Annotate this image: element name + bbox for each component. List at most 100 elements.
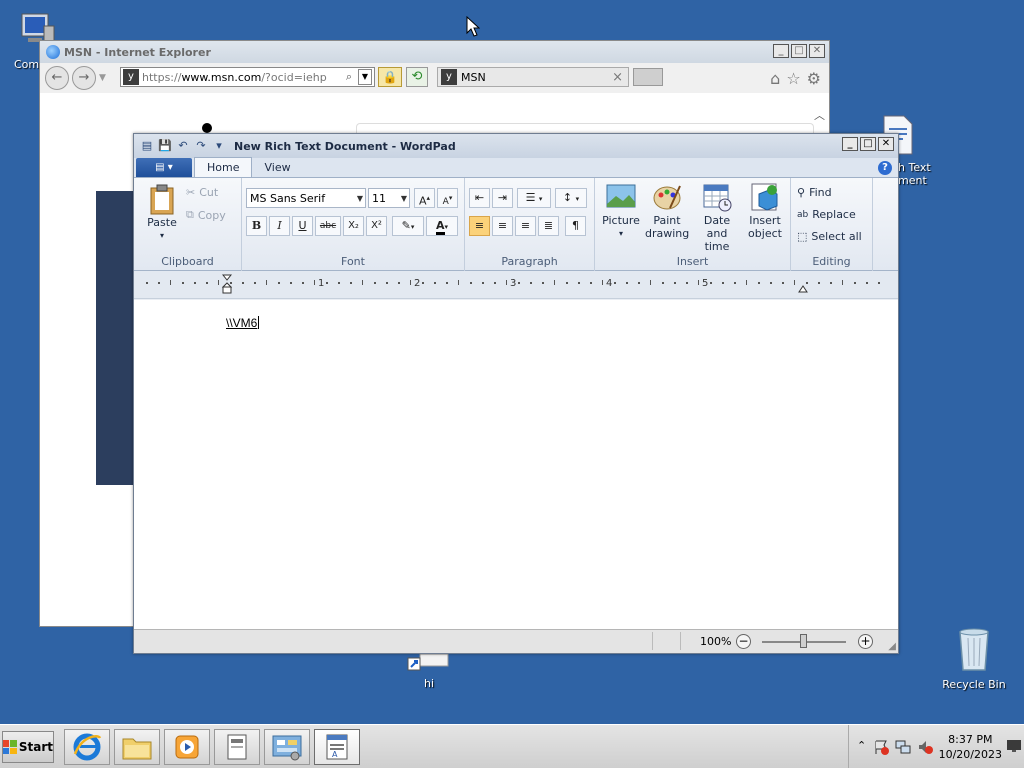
tab-view[interactable]: View: [252, 158, 302, 177]
find-button[interactable]: ⚲ Find: [797, 186, 832, 199]
refresh-icon[interactable]: ⟲: [406, 67, 428, 87]
wordpad-minimize-button[interactable]: _: [842, 137, 858, 151]
lock-icon[interactable]: 🔒: [378, 67, 402, 87]
increase-indent-button[interactable]: ⇥: [492, 188, 513, 208]
taskbar-media-player[interactable]: [164, 729, 210, 765]
taskbar-server-manager[interactable]: [214, 729, 260, 765]
ruler[interactable]: 1 2 3 4 5: [134, 271, 898, 299]
zoom-slider-thumb[interactable]: [800, 634, 807, 648]
wordpad-window[interactable]: ▤ 💾 ↶ ↷ ▾ New Rich Text Document - WordP…: [133, 133, 899, 654]
ie-maximize-button[interactable]: □: [791, 44, 807, 58]
copy-button[interactable]: ⧉ Copy: [186, 208, 226, 222]
resize-grip-icon[interactable]: ◢: [888, 641, 896, 652]
taskbar: Start A ⌃ 8:37 PM 10/20/2023: [0, 724, 1024, 768]
address-dropdown-icon[interactable]: ▼: [358, 69, 372, 85]
wordpad-close-button[interactable]: ✕: [878, 137, 894, 151]
tab-close-icon[interactable]: ×: [612, 70, 623, 85]
undo-icon[interactable]: ↶: [176, 139, 190, 153]
ruler-tick: [254, 282, 256, 284]
ruler-tick: [218, 280, 219, 285]
insert-object-button[interactable]: Insert object: [743, 182, 787, 240]
picture-button[interactable]: Picture ▾: [599, 182, 643, 240]
home-icon[interactable]: ⌂: [770, 69, 780, 88]
grow-font-button[interactable]: A▴: [414, 188, 435, 208]
line-spacing-button[interactable]: ↕ ▾: [555, 188, 587, 208]
wordpad-titlebar[interactable]: ▤ 💾 ↶ ↷ ▾ New Rich Text Document - WordP…: [134, 134, 898, 158]
taskbar-file-explorer[interactable]: [114, 729, 160, 765]
cut-button[interactable]: ✂ Cut: [186, 186, 218, 199]
history-dropdown-icon[interactable]: ▼: [99, 73, 106, 83]
clock[interactable]: 8:37 PM 10/20/2023: [939, 732, 1002, 762]
ie-titlebar[interactable]: MSN - Internet Explorer _ □ ✕: [40, 41, 829, 63]
select-all-button[interactable]: ⬚ Select all: [797, 230, 862, 243]
group-clipboard: Paste ▾ ✂ Cut ⧉ Copy Clipboard: [134, 178, 242, 271]
zoom-out-icon[interactable]: −: [736, 634, 751, 649]
align-center-button[interactable]: ≡: [492, 216, 513, 236]
search-icon[interactable]: ⌕: [346, 70, 352, 84]
wordpad-title: New Rich Text Document - WordPad: [234, 139, 456, 153]
decrease-indent-button[interactable]: ⇤: [469, 188, 490, 208]
tab-msn[interactable]: y MSN ×: [437, 67, 629, 87]
ie-minimize-button[interactable]: _: [773, 44, 789, 58]
left-indent-marker-icon[interactable]: [221, 274, 233, 297]
address-bar[interactable]: y https://www.msn.com/?ocid=iehp ⌕ ▼: [120, 67, 375, 87]
document-text[interactable]: \\VM6: [226, 316, 260, 330]
new-tab-button[interactable]: [633, 68, 663, 86]
picture-label: Picture: [602, 214, 640, 227]
qat-customize-icon[interactable]: ▾: [212, 139, 226, 153]
show-desktop-button[interactable]: [1006, 739, 1022, 753]
bullets-button[interactable]: ☰ ▾: [517, 188, 551, 208]
desktop-icon-recycle-bin[interactable]: Recycle Bin: [936, 626, 1012, 691]
highlight-button[interactable]: ✎▾: [392, 216, 424, 236]
ruler-tick: [446, 282, 448, 284]
font-family-select[interactable]: MS Sans Serif ▼: [246, 188, 366, 208]
taskbar-control-panel[interactable]: [264, 729, 310, 765]
taskbar-wordpad[interactable]: A: [314, 729, 360, 765]
redo-icon[interactable]: ↷: [194, 139, 208, 153]
replace-button[interactable]: ab Replace: [797, 208, 856, 221]
network-icon[interactable]: [895, 739, 911, 755]
shrink-font-button[interactable]: A▾: [437, 188, 458, 208]
back-arrow-icon[interactable]: ←: [45, 66, 69, 90]
bold-button[interactable]: B: [246, 216, 267, 236]
save-icon[interactable]: 💾: [158, 139, 172, 153]
action-center-flag-icon[interactable]: [873, 739, 889, 755]
document-area[interactable]: \\VM6: [134, 300, 898, 629]
ie-close-button[interactable]: ✕: [809, 44, 825, 58]
scroll-up-icon[interactable]: ︿: [814, 107, 825, 123]
font-size-select[interactable]: 11 ▼: [368, 188, 410, 208]
ruler-tick: [206, 282, 208, 284]
italic-button[interactable]: I: [269, 216, 290, 236]
help-icon[interactable]: ?: [878, 161, 892, 175]
page-dark-panel: [96, 191, 136, 485]
favorites-star-icon[interactable]: ☆: [786, 69, 800, 88]
desktop-icon-hi[interactable]: hi: [390, 652, 466, 690]
mouse-cursor-icon: [466, 15, 481, 41]
subscript-button[interactable]: X₂: [343, 216, 364, 236]
app-menu-button[interactable]: ▤ ▾: [136, 158, 192, 177]
taskbar-internet-explorer[interactable]: [64, 729, 110, 765]
paste-button[interactable]: Paste ▾: [144, 184, 180, 242]
volume-muted-icon[interactable]: [917, 739, 933, 755]
tab-title: MSN: [461, 70, 486, 84]
settings-gear-icon[interactable]: ⚙: [807, 69, 821, 88]
forward-arrow-icon[interactable]: →: [72, 66, 96, 90]
strikethrough-button[interactable]: abc: [315, 216, 341, 236]
font-color-button[interactable]: A▾: [426, 216, 458, 236]
tab-home[interactable]: Home: [194, 157, 253, 177]
right-indent-marker-icon[interactable]: [798, 283, 808, 296]
ruler-tick: [266, 280, 267, 285]
paint-drawing-button[interactable]: Paint drawing: [645, 182, 689, 240]
zoom-in-icon[interactable]: +: [858, 634, 873, 649]
align-left-button[interactable]: ≡: [469, 216, 490, 236]
superscript-button[interactable]: X²: [366, 216, 387, 236]
wordpad-maximize-button[interactable]: □: [860, 137, 876, 151]
date-time-button[interactable]: Date and time: [693, 182, 741, 253]
start-button[interactable]: Start: [2, 731, 54, 763]
paragraph-settings-button[interactable]: ¶: [565, 216, 586, 236]
align-right-button[interactable]: ≡: [515, 216, 536, 236]
justify-button[interactable]: ≣: [538, 216, 559, 236]
address-url[interactable]: https://www.msn.com/?ocid=iehp: [142, 71, 327, 84]
show-hidden-icons-icon[interactable]: ⌃: [857, 739, 866, 752]
underline-button[interactable]: U: [292, 216, 313, 236]
